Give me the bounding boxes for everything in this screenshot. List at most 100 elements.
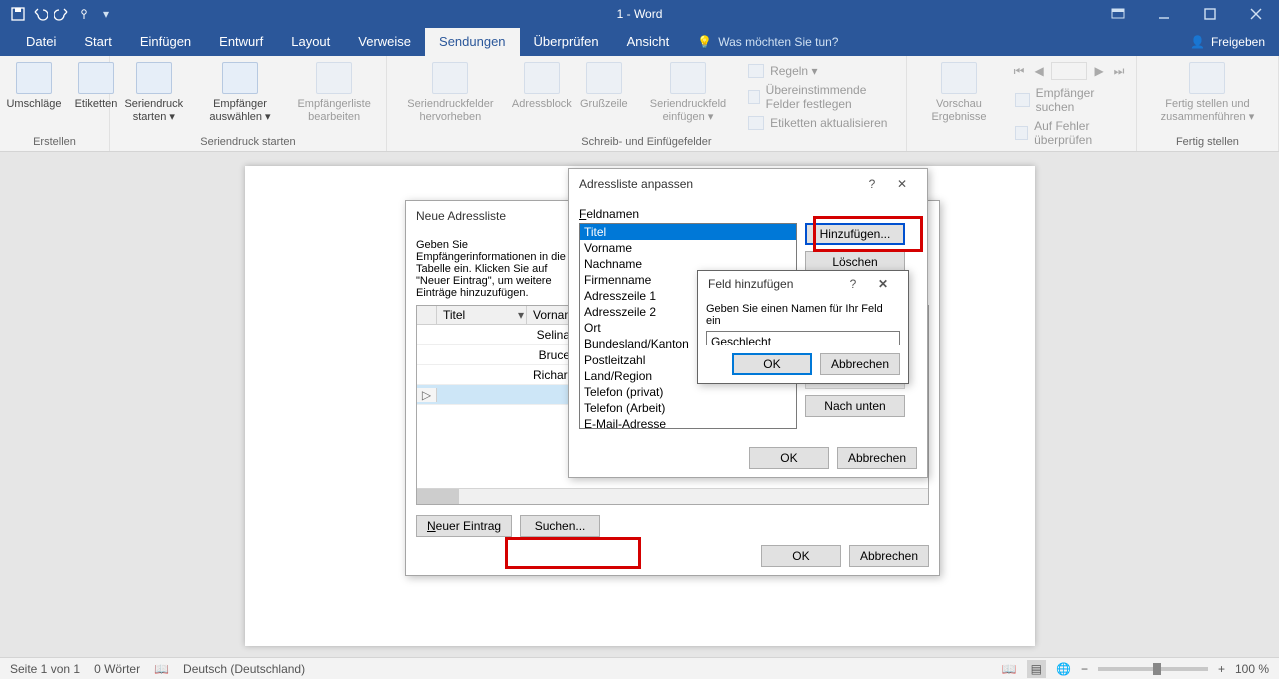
highlight-fields-icon — [432, 62, 468, 94]
share-label: Freigeben — [1211, 35, 1265, 49]
col-titel[interactable]: Titel — [443, 308, 465, 322]
list-item[interactable]: E-Mail-Adresse — [580, 416, 796, 429]
group-fertig: Fertig stellen — [1143, 134, 1272, 151]
ribbon-display-options-icon[interactable] — [1095, 0, 1141, 28]
first-record-icon: ⏮ — [1011, 63, 1027, 79]
dialog-title: Adressliste anpassen — [579, 177, 693, 191]
minimize-icon[interactable] — [1141, 0, 1187, 28]
close-icon[interactable] — [1233, 0, 1279, 28]
neuer-eintrag-button[interactable]: Neuer Eintrag — [416, 515, 512, 537]
ribbon-tabs: Datei Start Einfügen Entwurf Layout Verw… — [0, 28, 1279, 56]
find-recipient-icon — [1015, 93, 1030, 107]
tab-layout[interactable]: Layout — [277, 28, 344, 56]
last-record-icon: ⏭ — [1111, 63, 1127, 79]
page-indicator[interactable]: Seite 1 von 1 — [10, 662, 80, 676]
dialog-title: Feld hinzufügen — [708, 277, 793, 291]
feldnamen-label: eldnamen — [586, 207, 639, 221]
save-icon[interactable] — [10, 6, 26, 22]
felder-hervorheben-button: Seriendruckfelder hervorheben — [393, 60, 508, 125]
zoom-slider[interactable] — [1098, 667, 1208, 671]
tell-me-label: Was möchten Sie tun? — [718, 35, 838, 49]
bulb-icon: 💡 — [697, 35, 712, 49]
group-seriendruck-starten: Seriendruck starten — [116, 134, 380, 151]
addressblock-icon — [524, 62, 560, 94]
close-icon[interactable]: ✕ — [868, 269, 898, 299]
tab-start[interactable]: Start — [70, 28, 125, 56]
titlebar: ▾ 1 - Word — [0, 0, 1279, 28]
fertig-stellen-button: Fertig stellen und zusammenführen ▾ — [1143, 60, 1272, 125]
word-count[interactable]: 0 Wörter — [94, 662, 140, 676]
qat-more-icon[interactable]: ▾ — [98, 6, 114, 22]
tab-verweise[interactable]: Verweise — [344, 28, 425, 56]
vorschau-ergebnisse-button: Vorschau Ergebnisse — [913, 60, 1005, 125]
suchen-button[interactable]: Suchen... — [520, 515, 600, 537]
statusbar: Seite 1 von 1 0 Wörter 📖 Deutsch (Deutsc… — [0, 657, 1279, 679]
web-layout-icon[interactable]: 🌐 — [1056, 662, 1071, 676]
dialog-title: Neue Adressliste — [416, 209, 506, 223]
greetingline-icon — [586, 62, 622, 94]
tab-datei[interactable]: Datei — [12, 28, 70, 56]
proofing-icon[interactable]: 📖 — [154, 662, 169, 676]
empfaengerliste-bearbeiten-button: Empfängerliste bearbeiten — [288, 60, 380, 125]
ok-button[interactable]: OK — [761, 545, 841, 567]
list-item[interactable]: Vorname — [580, 240, 796, 256]
horizontal-scrollbar[interactable] — [417, 488, 928, 504]
document-title: 1 - Word — [617, 7, 663, 21]
help-icon[interactable]: ? — [838, 269, 868, 299]
tab-ueberpruefen[interactable]: Überprüfen — [520, 28, 613, 56]
touch-mode-icon[interactable] — [76, 6, 92, 22]
seriendruck-starten-button[interactable]: Seriendruck starten ▾ — [116, 60, 192, 125]
fehler-ueberpruefen-button: Auf Fehler überprüfen — [1011, 117, 1130, 149]
tab-einfuegen[interactable]: Einfügen — [126, 28, 205, 56]
language-indicator[interactable]: Deutsch (Deutschland) — [183, 662, 305, 676]
group-erstellen: Erstellen — [6, 134, 103, 151]
undo-icon[interactable] — [32, 6, 48, 22]
share-button[interactable]: 👤 Freigeben — [1176, 29, 1279, 56]
read-mode-icon[interactable]: 📖 — [1002, 662, 1017, 676]
adressblock-button: Adressblock — [514, 60, 570, 113]
cancel-button[interactable]: Abbrechen — [837, 447, 917, 469]
dialog-feld-hinzufuegen: Feld hinzufügen ? ✕ Geben Sie einen Name… — [697, 270, 909, 384]
preview-icon — [941, 62, 977, 94]
ok-button[interactable]: OK — [732, 353, 812, 375]
next-record-icon: ▶ — [1091, 63, 1107, 79]
list-item[interactable]: Telefon (privat) — [580, 384, 796, 400]
regeln-button: Regeln ▾ — [744, 62, 900, 80]
zoom-level[interactable]: 100 % — [1235, 662, 1269, 676]
tab-entwurf[interactable]: Entwurf — [205, 28, 277, 56]
maximize-icon[interactable] — [1187, 0, 1233, 28]
fieldname-input[interactable] — [706, 331, 900, 345]
envelope-icon — [16, 62, 52, 94]
cancel-button[interactable]: Abbrechen — [849, 545, 929, 567]
rules-icon — [748, 64, 764, 78]
redo-icon[interactable] — [54, 6, 70, 22]
empfaenger-suchen-button: Empfänger suchen — [1011, 84, 1130, 116]
tab-ansicht[interactable]: Ansicht — [613, 28, 684, 56]
chevron-down-icon[interactable]: ▾ — [518, 308, 524, 322]
ribbon: Umschläge Etiketten Erstellen Seriendruc… — [0, 56, 1279, 152]
print-layout-icon[interactable]: ▤ — [1027, 660, 1046, 678]
zoom-in-icon[interactable]: + — [1218, 662, 1225, 676]
dialog-instructions: Geben Sie Empfängerinformationen in die … — [416, 239, 576, 299]
close-icon[interactable]: ✕ — [887, 169, 917, 199]
list-item[interactable]: Telefon (Arbeit) — [580, 400, 796, 416]
uebereinstimmende-felder-button: Übereinstimmende Felder festlegen — [744, 81, 900, 113]
addfield-label: Geben Sie einen Namen für Ihr Feld ein — [706, 303, 900, 327]
help-icon[interactable]: ? — [857, 169, 887, 199]
empfaenger-auswaehlen-button[interactable]: Empfänger auswählen ▾ — [198, 60, 283, 125]
insert-mergefield-icon — [670, 62, 706, 94]
list-item[interactable]: Titel — [580, 224, 796, 240]
umschlaege-button[interactable]: Umschläge — [6, 60, 62, 113]
finish-merge-icon — [1189, 62, 1225, 94]
hinzufuegen-button[interactable]: Hinzufügen... — [805, 223, 905, 245]
zoom-out-icon[interactable]: − — [1081, 662, 1088, 676]
tab-sendungen[interactable]: Sendungen — [425, 28, 520, 56]
recipients-icon — [222, 62, 258, 94]
tell-me[interactable]: 💡 Was möchten Sie tun? — [691, 29, 844, 56]
match-fields-icon — [748, 90, 760, 104]
labels-icon — [78, 62, 114, 94]
nach-unten-button[interactable]: Nach unten — [805, 395, 905, 417]
cancel-button[interactable]: Abbrechen — [820, 353, 900, 375]
group-felder: Schreib- und Einfügefelder — [393, 134, 900, 151]
ok-button[interactable]: OK — [749, 447, 829, 469]
